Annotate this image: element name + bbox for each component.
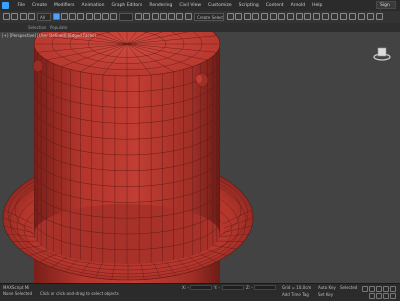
- auto-key-button[interactable]: Auto Key: [318, 285, 336, 290]
- folder-icon[interactable]: [358, 13, 365, 20]
- named-selection-dropdown[interactable]: Create Selection Se: [194, 13, 224, 21]
- schematic-view-icon[interactable]: [278, 13, 285, 20]
- menu-create[interactable]: Create: [29, 1, 51, 10]
- key-filter-selected[interactable]: Selected: [340, 285, 357, 290]
- rotate-icon[interactable]: [94, 13, 101, 20]
- layer-explorer-icon[interactable]: [252, 13, 259, 20]
- place-icon[interactable]: [110, 13, 117, 20]
- curve-editor-icon[interactable]: [270, 13, 277, 20]
- angle-snap-icon[interactable]: [160, 13, 167, 20]
- render-production-icon[interactable]: [313, 13, 320, 20]
- ribbon-toggle-icon[interactable]: [261, 13, 268, 20]
- prompt-line: Click or click-and-drag to select object…: [40, 291, 119, 296]
- menu-graph-editors[interactable]: Graph Editors: [108, 1, 146, 10]
- grid-size: Grid = 10,0cm: [282, 285, 312, 290]
- projects-icon[interactable]: [349, 13, 356, 20]
- maximize-viewport-icon[interactable]: [390, 293, 396, 299]
- render-setup-icon[interactable]: [296, 13, 303, 20]
- rectangle-selection-icon[interactable]: [69, 13, 76, 20]
- selection-info: None Selected: [3, 291, 33, 296]
- coord-x-label: X: -: [182, 285, 189, 290]
- menu-animation[interactable]: Animation: [78, 1, 108, 10]
- previous-frame-icon[interactable]: [369, 286, 375, 292]
- menu-content[interactable]: Content: [262, 1, 287, 10]
- settings-icon[interactable]: [376, 13, 383, 20]
- rendered-frame-window-icon[interactable]: [304, 13, 311, 20]
- arnold-render-icon[interactable]: [331, 13, 338, 20]
- pivot-center-icon[interactable]: [135, 13, 142, 20]
- edit-named-selection-icon[interactable]: [185, 13, 192, 20]
- snaps-toggle-icon[interactable]: [152, 13, 159, 20]
- app-logo-icon[interactable]: [2, 2, 9, 9]
- orbit-icon[interactable]: [376, 293, 382, 299]
- tab-selection[interactable]: Selection: [28, 23, 46, 32]
- toggle-scene-explorer-icon[interactable]: [244, 13, 251, 20]
- workspace-icon[interactable]: [340, 13, 347, 20]
- add-time-tag[interactable]: Add Time Tag: [282, 292, 309, 297]
- coord-x-field[interactable]: [190, 285, 212, 290]
- coord-y-label: Y: -: [214, 285, 220, 290]
- go-to-end-icon[interactable]: [390, 286, 396, 292]
- coord-y-field[interactable]: [222, 285, 244, 290]
- menu-scripting[interactable]: Scripting: [235, 1, 262, 10]
- coord-z-field[interactable]: [254, 285, 276, 290]
- percent-snap-icon[interactable]: [168, 13, 175, 20]
- select-by-name-icon[interactable]: [61, 13, 68, 20]
- menu-arnold[interactable]: Arnold: [287, 1, 309, 10]
- tab-populate[interactable]: Populate: [50, 23, 67, 32]
- play-icon[interactable]: [376, 286, 382, 292]
- knob-right: [195, 72, 209, 88]
- material-editor-icon[interactable]: [287, 13, 294, 20]
- go-to-start-icon[interactable]: [362, 286, 368, 292]
- menu-modifiers[interactable]: Modifiers: [50, 1, 78, 10]
- spinner-snap-icon[interactable]: [176, 13, 183, 20]
- menu-rendering[interactable]: Rendering: [146, 1, 176, 10]
- set-key-button[interactable]: Set Key: [318, 292, 333, 297]
- pan-icon[interactable]: [383, 293, 389, 299]
- selection-filter-dropdown[interactable]: All: [37, 13, 51, 21]
- reference-coord-dropdown[interactable]: [119, 13, 133, 21]
- select-object-icon[interactable]: [53, 13, 60, 20]
- menu-file[interactable]: File: [14, 1, 29, 10]
- knob-left: [32, 59, 44, 73]
- coord-z-label: Z: -: [246, 285, 253, 290]
- redo-icon[interactable]: [11, 13, 18, 20]
- select-manipulate-icon[interactable]: [143, 13, 150, 20]
- main-cylinder: [33, 32, 221, 264]
- menu-civil-view[interactable]: Civil View: [176, 1, 205, 10]
- align-icon[interactable]: [235, 13, 242, 20]
- maxscript-listener[interactable]: MAXScript Mi: [3, 285, 29, 290]
- home-icon[interactable]: [367, 13, 374, 20]
- scale-icon[interactable]: [102, 13, 109, 20]
- next-frame-icon[interactable]: [383, 286, 389, 292]
- mirror-icon[interactable]: [227, 13, 234, 20]
- viewport-label[interactable]: [+] [Perspective] [User Defined] [Edged …: [2, 33, 96, 38]
- viewcube-icon[interactable]: [372, 44, 392, 64]
- render-iterative-icon[interactable]: [322, 13, 329, 20]
- undo-icon[interactable]: [3, 13, 10, 20]
- perspective-viewport[interactable]: [+] [Perspective] [User Defined] [Edged …: [0, 32, 400, 283]
- viewport-scene: [2, 32, 254, 283]
- menu-help[interactable]: Help: [309, 1, 326, 10]
- move-icon[interactable]: [86, 13, 93, 20]
- unlink-icon[interactable]: [28, 13, 35, 20]
- menu-list: File Create Modifiers Animation Graph Ed…: [14, 1, 326, 10]
- zoom-icon[interactable]: [369, 293, 375, 299]
- status-bar: MAXScript Mi None Selected Click or clic…: [0, 283, 400, 301]
- link-icon[interactable]: [20, 13, 27, 20]
- window-crossing-icon[interactable]: [77, 13, 84, 20]
- sign-in-button[interactable]: Sign in: [376, 1, 396, 16]
- menu-customize[interactable]: Customize: [205, 1, 236, 10]
